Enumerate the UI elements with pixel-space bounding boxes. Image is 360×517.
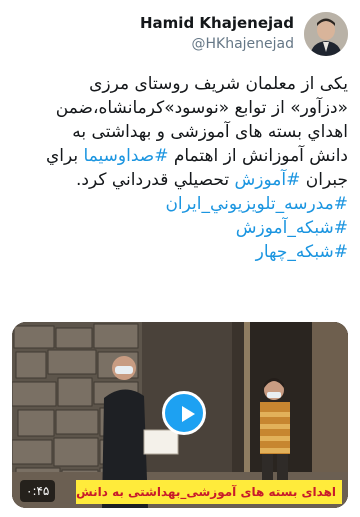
tweet-segment: براي	[45, 146, 84, 166]
hashtag-link[interactable]: #صداوسيما	[84, 146, 169, 166]
tweet-line: اهداي بسته های آموزشی و بهداشتی به	[72, 122, 348, 142]
hashtag-link[interactable]: #مدرسه_تلويزيوني_ايران	[12, 192, 348, 216]
avatar[interactable]	[304, 12, 348, 56]
play-button[interactable]	[162, 391, 206, 435]
hashtag-link[interactable]: #شبکه_چهار	[12, 240, 348, 264]
avatar-portrait	[304, 12, 348, 56]
tweet-line: «دزآور» از توابع «نوسود»کرمانشاه،ضمن	[55, 98, 348, 118]
tweet-segment: تحصيلي قدرداني کرد.	[76, 170, 235, 190]
tweet-header: Hamid Khajenejad @HKhajenejad	[0, 8, 360, 60]
author-names: Hamid Khajenejad @HKhajenejad	[140, 14, 294, 52]
tweet-text: یکی از معلمان شریف روستای مرزی «دزآور» ا…	[12, 72, 348, 264]
video-player[interactable]: اهدای بسته های آموزشی_بهداشتی به دانش آم…	[12, 322, 348, 508]
tweet-line: دانش آموزانش از اهتمام #صداوسيما براي	[12, 144, 348, 168]
author-handle[interactable]: @HKhajenejad	[140, 36, 294, 52]
video-duration: ۰:۴۵	[20, 480, 56, 502]
tweet-line: یکی از معلمان شریف روستای مرزی	[89, 74, 348, 94]
tweet-line: جبران #آموزش تحصيلي قدرداني کرد.	[12, 168, 348, 192]
video-caption: اهدای بسته های آموزشی_بهداشتی به دانش آم…	[76, 480, 342, 504]
play-icon	[182, 406, 195, 422]
author-display-name[interactable]: Hamid Khajenejad	[140, 14, 294, 32]
hashtag-link[interactable]: #شبکه_آموزش	[12, 216, 348, 240]
tweet-segment: دانش آموزانش از اهتمام	[168, 146, 348, 166]
hashtag-link[interactable]: #آموزش	[235, 170, 301, 190]
tweet-segment: جبران	[300, 170, 348, 190]
